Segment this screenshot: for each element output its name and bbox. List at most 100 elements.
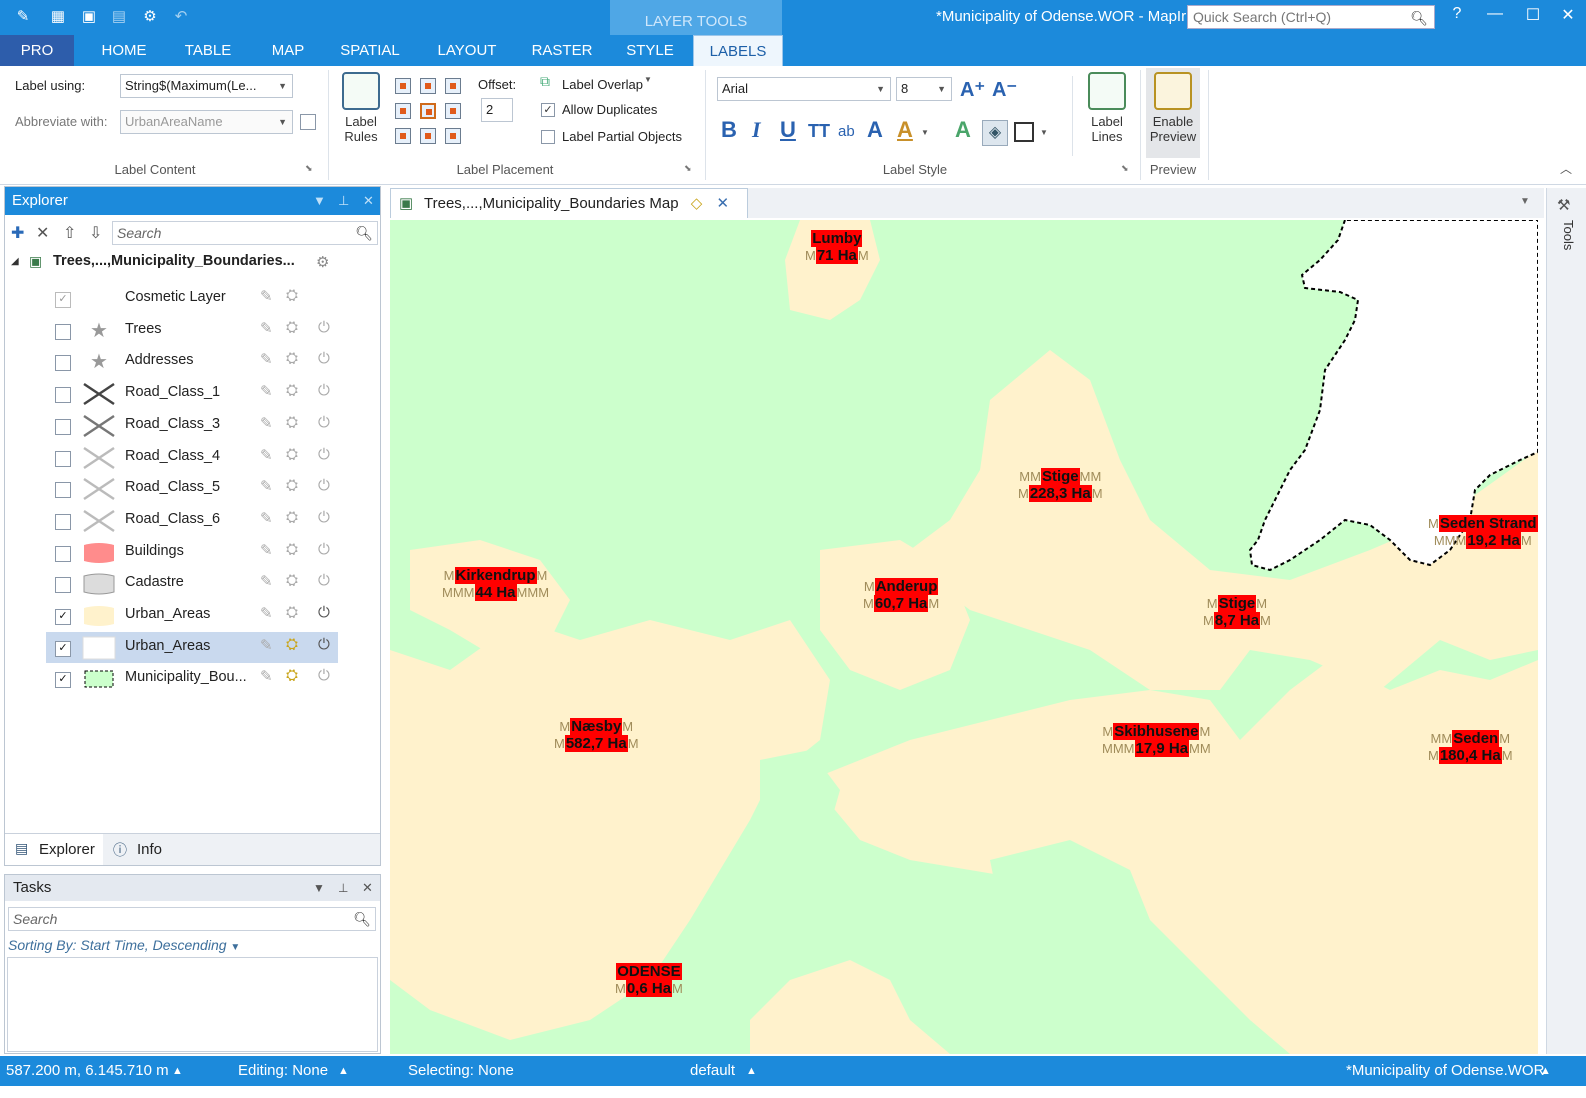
layer-visibility-checkbox[interactable]: [55, 577, 71, 594]
position-middle-left[interactable]: [395, 103, 411, 119]
app-icon[interactable]: ✎: [12, 6, 34, 28]
offset-input[interactable]: 2: [481, 98, 513, 122]
layer-row[interactable]: Buildings ✎ ⛭ ⏻: [46, 537, 338, 568]
layer-row[interactable]: ★ Trees ✎ ⛭ ⏻: [46, 315, 338, 346]
collapse-arrow-icon[interactable]: ◢: [11, 256, 19, 267]
layer-row[interactable]: Road_Class_5 ✎ ⛭ ⏻: [46, 473, 338, 504]
position-top-center[interactable]: [420, 78, 436, 94]
tab-spatial[interactable]: SPATIAL: [332, 35, 408, 66]
enable-preview-button[interactable]: Enable Preview: [1146, 68, 1200, 158]
layer-visibility-checkbox[interactable]: [55, 418, 71, 435]
tab-explorer[interactable]: ▤ Explorer: [5, 834, 103, 865]
selectable-icon[interactable]: ⛭: [286, 477, 298, 494]
search-icon[interactable]: 🔍︎: [1410, 7, 1428, 29]
map-label[interactable]: MStigeM M8,7 HaM: [1203, 595, 1271, 629]
layer-row[interactable]: Cadastre ✎ ⛭ ⏻: [46, 568, 338, 599]
zoom-range-icon[interactable]: ⏻: [318, 414, 330, 431]
position-bottom-right[interactable]: [445, 128, 461, 144]
status-workspace[interactable]: *Municipality of Odense.WOR: [1346, 1062, 1544, 1079]
selectable-icon[interactable]: ⛭: [286, 604, 298, 621]
tree-root-map[interactable]: Trees,...,Municipality_Boundaries...: [53, 253, 295, 269]
edit-icon[interactable]: ✎: [260, 287, 273, 305]
tab-pro[interactable]: PRO: [0, 35, 74, 66]
new-table-icon[interactable]: ▦: [47, 6, 69, 28]
label-overlap-button[interactable]: Label Overlap: [562, 77, 643, 92]
quick-search-input[interactable]: Quick Search (Ctrl+Q) 🔍︎: [1187, 5, 1435, 29]
zoom-range-icon[interactable]: ⏻: [318, 667, 330, 684]
map-label[interactable]: MMStigeMM M228,3 HaM: [1018, 468, 1103, 502]
edit-icon[interactable]: ✎: [260, 446, 273, 464]
open-icon[interactable]: ▣: [78, 6, 100, 28]
map-label[interactable]: MSkibhuseneM MMM17,9 HaMM: [1102, 723, 1211, 757]
tab-home[interactable]: HOME: [84, 35, 164, 66]
move-up-icon[interactable]: ⇧: [63, 223, 76, 243]
spacing-icon[interactable]: ab: [838, 123, 855, 140]
layer-row[interactable]: ✓ Urban_Areas ✎ ⛭ ⏻: [46, 631, 338, 663]
pin-icon[interactable]: ⊥: [338, 875, 348, 901]
label-using-select[interactable]: String$(Maximum(Le... ▼: [120, 74, 293, 98]
underline-icon[interactable]: U: [780, 117, 796, 143]
layer-options-icon[interactable]: ⚙: [316, 253, 329, 271]
zoom-range-icon[interactable]: ⏻: [318, 319, 330, 336]
close-button[interactable]: ✕: [1556, 5, 1580, 25]
position-middle-right[interactable]: [445, 103, 461, 119]
label-rules-button[interactable]: Label Rules: [336, 72, 386, 144]
tasks-sorting[interactable]: Sorting By: Start Time, Descending ▼: [8, 937, 240, 953]
explorer-search-input[interactable]: Search 🔍︎: [112, 221, 378, 245]
layer-row[interactable]: ✓ Cosmetic Layer ✎ ⛭: [46, 283, 338, 314]
position-top-left[interactable]: [395, 78, 411, 94]
zoom-range-icon[interactable]: ⏻: [318, 636, 330, 653]
layer-row[interactable]: Road_Class_3 ✎ ⛭ ⏻: [46, 410, 338, 441]
chevron-up-icon[interactable]: ▲: [746, 1065, 757, 1077]
tab-layout[interactable]: LAYOUT: [425, 35, 509, 66]
map-label[interactable]: MAnderup M60,7 HaM: [863, 578, 939, 612]
layer-visibility-checkbox[interactable]: ✓: [55, 672, 71, 689]
selectable-icon[interactable]: ⛭: [286, 541, 298, 558]
tab-style[interactable]: STYLE: [614, 35, 686, 66]
dropdown-icon[interactable]: ▼: [313, 875, 325, 901]
dropdown-icon[interactable]: ▼: [313, 187, 326, 215]
zoom-range-icon[interactable]: ⏻: [318, 446, 330, 463]
tab-table[interactable]: TABLE: [172, 35, 244, 66]
layer-row[interactable]: ★ Addresses ✎ ⛭ ⏻: [46, 346, 338, 377]
layer-visibility-checkbox[interactable]: ✓: [55, 609, 71, 625]
settings-icon[interactable]: ⚙: [139, 6, 161, 28]
caps-icon[interactable]: TT: [808, 121, 830, 142]
pin-icon[interactable]: ⊥: [338, 187, 349, 215]
zoom-range-icon[interactable]: ⏻: [318, 604, 330, 621]
add-layer-icon[interactable]: ✚: [11, 223, 24, 243]
font-color-icon[interactable]: A: [897, 117, 913, 143]
status-editing[interactable]: Editing: None: [238, 1062, 328, 1079]
status-selecting[interactable]: Selecting: None: [408, 1062, 514, 1079]
zoom-range-icon[interactable]: ⏻: [318, 477, 330, 494]
grow-font-icon[interactable]: A⁺: [960, 77, 985, 102]
position-bottom-center[interactable]: [420, 128, 436, 144]
italic-icon[interactable]: I: [752, 117, 761, 143]
tasks-search-input[interactable]: Search 🔍︎: [8, 907, 376, 931]
undo-icon[interactable]: ↶: [170, 6, 192, 28]
map-label[interactable]: MKirkendrupM MMM44 HaMMM: [442, 567, 549, 601]
minimize-button[interactable]: —: [1483, 5, 1507, 23]
border-icon[interactable]: [1014, 122, 1034, 142]
close-tab-icon[interactable]: ✕: [716, 195, 729, 212]
tab-map[interactable]: MAP: [258, 35, 318, 66]
layer-visibility-checkbox[interactable]: ✓: [55, 640, 71, 657]
move-down-icon[interactable]: ⇩: [89, 223, 102, 243]
selectable-icon[interactable]: ⛭: [286, 319, 298, 336]
map-label[interactable]: ODENSE M0,6 HaM: [615, 963, 683, 997]
maximize-button[interactable]: ☐: [1521, 5, 1545, 25]
selectable-icon[interactable]: ⛭: [286, 572, 298, 589]
search-icon[interactable]: 🔍︎: [353, 908, 371, 930]
close-icon[interactable]: ✕: [362, 875, 373, 901]
tab-labels[interactable]: LABELS: [693, 35, 783, 66]
edit-icon[interactable]: ✎: [260, 350, 273, 368]
zoom-range-icon[interactable]: ⏻: [318, 382, 330, 399]
dialog-launcher-icon[interactable]: ⬊: [1121, 163, 1129, 174]
selectable-icon[interactable]: ⛭: [286, 414, 298, 431]
position-bottom-left[interactable]: [395, 128, 411, 144]
layer-visibility-checkbox[interactable]: [55, 323, 71, 340]
selectable-icon[interactable]: ⛭: [286, 382, 298, 399]
allow-duplicates-checkbox[interactable]: ✓: [541, 103, 555, 117]
abbreviate-with-select[interactable]: UrbanAreaName ▼: [120, 110, 293, 134]
save-icon[interactable]: ▤: [108, 6, 130, 28]
